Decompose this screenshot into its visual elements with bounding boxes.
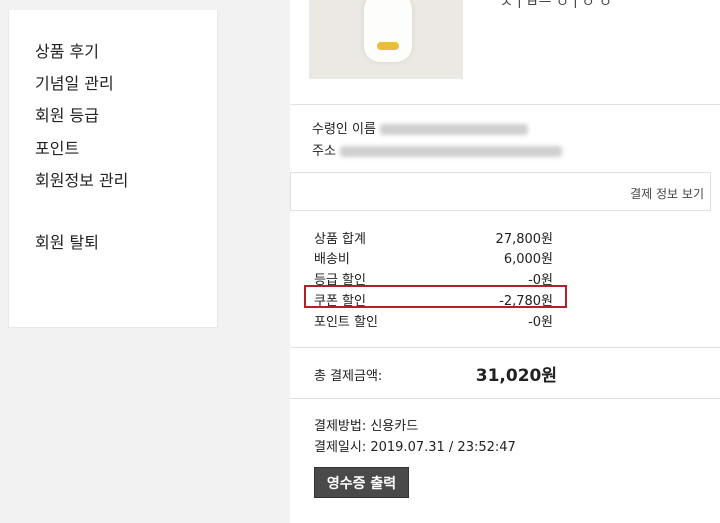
payment-info-link[interactable]: 결제 정보 보기 — [630, 185, 704, 202]
sidebar-item-withdraw[interactable]: 회원 탈퇴 — [35, 229, 99, 253]
summary-label: 배송비 — [314, 252, 350, 267]
total-value: 31,020원 — [475, 366, 557, 386]
summary-label: 상품 합계 — [314, 232, 366, 247]
product-name: ㅅㅣㅂㅡ ㅇㅣㅇ ㅇ — [500, 0, 612, 11]
divider — [290, 398, 720, 399]
recipient-address-row: 주소 — [312, 140, 562, 159]
summary-row: 상품 합계 27,800원 — [290, 228, 590, 247]
sidebar: 상품 후기 기념일 관리 회원 등급 포인트 회원정보 관리 회원 탈퇴 — [8, 10, 218, 328]
summary-row: 포인트 할인 -0원 — [290, 311, 590, 330]
redacted-address — [339, 146, 562, 157]
summary-value: -0원 — [528, 315, 553, 330]
product-thumbnail — [309, 0, 463, 79]
recipient-address-label: 주소 — [312, 144, 336, 159]
order-detail: ㅅㅣㅂㅡ ㅇㅣㅇ ㅇ 수령인 이름 주소 결제 정보 보기 상품 합계 27,8… — [290, 0, 720, 523]
divider — [290, 347, 720, 348]
summary-row: 배송비 6,000원 — [290, 248, 590, 267]
sidebar-item-member-info[interactable]: 회원정보 관리 — [35, 167, 128, 191]
payment-datetime: 결제일시: 2019.07.31 / 23:52:47 — [314, 440, 516, 455]
summary-value: 6,000원 — [503, 252, 553, 267]
coupon-highlight-box — [304, 285, 567, 308]
payment-method: 결제방법: 신용카드 — [314, 419, 419, 434]
summary-value: 27,800원 — [495, 232, 553, 247]
sidebar-item-reviews[interactable]: 상품 후기 — [35, 38, 99, 62]
recipient-name-row: 수령인 이름 — [312, 118, 528, 137]
total-label: 총 결제금액: — [314, 369, 383, 384]
sidebar-item-membership-grade[interactable]: 회원 등급 — [35, 102, 99, 126]
print-receipt-button[interactable]: 영수증 출력 — [314, 467, 409, 498]
sidebar-item-points[interactable]: 포인트 — [35, 135, 79, 159]
sidebar-item-anniversary[interactable]: 기념일 관리 — [35, 70, 114, 94]
summary-label: 포인트 할인 — [314, 315, 378, 330]
payment-info-bar: 결제 정보 보기 — [290, 172, 711, 211]
redacted-name — [379, 124, 528, 135]
recipient-name-label: 수령인 이름 — [312, 122, 376, 137]
divider — [290, 104, 720, 105]
